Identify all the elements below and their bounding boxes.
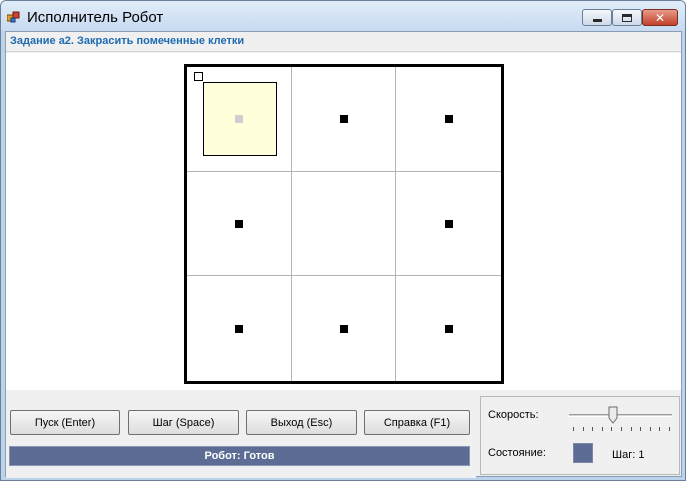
cell-marker bbox=[235, 220, 244, 228]
help-button[interactable]: Справка (F1) bbox=[364, 410, 470, 435]
cell-marker bbox=[340, 115, 348, 124]
speed-tick bbox=[650, 427, 651, 431]
speed-tick bbox=[602, 427, 603, 431]
speed-slider-thumb[interactable] bbox=[608, 406, 618, 424]
speed-tick bbox=[621, 427, 622, 431]
cell-marker bbox=[340, 324, 348, 333]
speed-tick bbox=[592, 427, 593, 431]
controls-area: Пуск (Enter) Шаг (Space) Выход (Esc) Спр… bbox=[6, 390, 476, 478]
speed-state-panel: Скорость: Состояние: Шаг: 1 bbox=[480, 396, 680, 475]
speed-tick bbox=[583, 427, 584, 431]
cell-marker bbox=[235, 115, 244, 124]
client-area: Задание а2. Закрасить помеченные клетки … bbox=[5, 31, 682, 478]
speed-tick bbox=[573, 427, 574, 431]
step-counter: Шаг: 1 bbox=[612, 449, 645, 461]
app-window: Исполнитель Робот ✕ Задание а2. Закрасит… bbox=[0, 0, 686, 481]
cell-marker bbox=[444, 115, 453, 124]
state-indicator bbox=[573, 443, 593, 463]
field-area bbox=[6, 53, 681, 390]
robot-app-icon bbox=[7, 11, 20, 23]
task-bar: Задание а2. Закрасить помеченные клетки bbox=[6, 32, 681, 52]
speed-ticks bbox=[573, 427, 671, 433]
maximize-icon bbox=[622, 13, 632, 22]
close-icon: ✕ bbox=[654, 10, 666, 25]
cell-marker bbox=[444, 324, 453, 333]
speed-tick bbox=[640, 427, 641, 431]
cell-marker bbox=[444, 220, 453, 228]
step-button[interactable]: Шаг (Space) bbox=[128, 410, 239, 435]
exit-button[interactable]: Выход (Esc) bbox=[246, 410, 357, 435]
speed-tick bbox=[669, 427, 670, 431]
minimize-button[interactable] bbox=[582, 9, 612, 26]
status-bar: Робот: Готов bbox=[9, 446, 470, 466]
run-button[interactable]: Пуск (Enter) bbox=[10, 410, 120, 435]
robot-field-grid[interactable] bbox=[184, 64, 504, 384]
speed-label: Скорость: bbox=[488, 409, 539, 421]
speed-slider-track[interactable] bbox=[569, 414, 672, 417]
speed-tick bbox=[659, 427, 660, 431]
close-button[interactable]: ✕ bbox=[642, 9, 678, 26]
state-label: Состояние: bbox=[488, 447, 546, 459]
maximize-button[interactable] bbox=[612, 9, 642, 26]
task-label: Задание а2. Закрасить помеченные клетки bbox=[10, 35, 245, 47]
speed-tick bbox=[611, 427, 612, 431]
robot-direction-marker bbox=[194, 72, 203, 81]
cell-marker bbox=[235, 324, 244, 333]
window-title: Исполнитель Робот bbox=[27, 9, 164, 26]
minimize-icon bbox=[592, 19, 602, 22]
speed-tick bbox=[631, 427, 632, 431]
title-bar[interactable]: Исполнитель Робот ✕ bbox=[1, 1, 685, 31]
field-cell bbox=[291, 171, 397, 277]
